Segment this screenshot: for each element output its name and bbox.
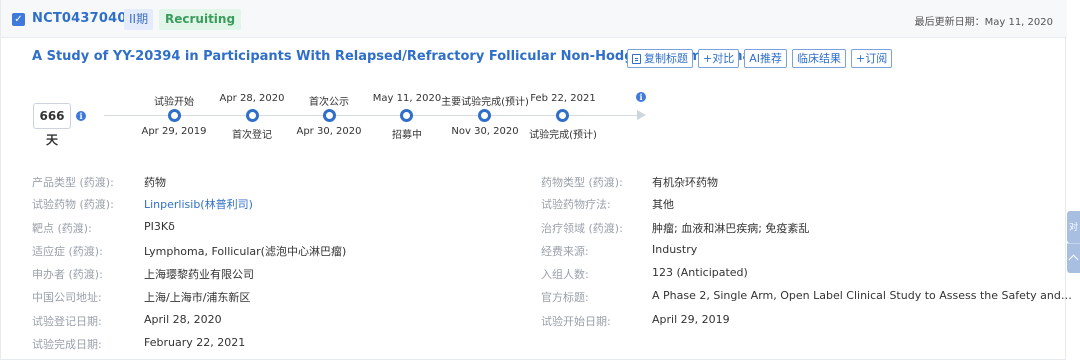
target-value: PI3Kδ bbox=[144, 220, 175, 233]
timeline-top-label: Feb 22, 2021 bbox=[530, 93, 596, 104]
clinical-results-button[interactable]: 临床结果 bbox=[792, 49, 846, 68]
copy-title-button[interactable]: 复制标题 bbox=[627, 49, 693, 68]
side-feedback-tab[interactable]: 对 bbox=[1067, 211, 1080, 243]
enrollment-value: 123 (Anticipated) bbox=[652, 266, 748, 279]
drug-type-value: 有机杂环药物 bbox=[652, 176, 718, 189]
select-checkbox[interactable]: ✓ bbox=[12, 13, 25, 26]
registration-date-label: 试验登记日期: bbox=[32, 315, 102, 328]
timeline-node-first-posted bbox=[323, 109, 336, 122]
funding-source-label: 经费来源: bbox=[541, 245, 589, 258]
therapeutic-area-value: 肿瘤; 血液和淋巴疾病; 免疫紊乱 bbox=[652, 222, 810, 235]
company-address-value: 上海/上海市/浦东新区 bbox=[144, 291, 251, 304]
drug-therapy-value: 其他 bbox=[652, 198, 674, 211]
subscribe-button[interactable]: +订阅 bbox=[851, 49, 893, 68]
funding-source-value: Industry bbox=[652, 243, 698, 256]
card-header: ✓ NCT04370405 II期 Recruiting 最后更新日期：May … bbox=[1, 0, 1067, 38]
timeline-top-label: 试验开始 bbox=[154, 97, 194, 108]
compare-button[interactable]: +对比 bbox=[698, 49, 740, 68]
timeline-node-recruiting bbox=[400, 109, 413, 122]
last-updated-value: May 11, 2020 bbox=[984, 17, 1053, 28]
action-buttons: 复制标题 +对比 AI推荐 临床结果 +订阅 bbox=[627, 49, 893, 68]
drug-type-label: 药物类型 (药渡): bbox=[541, 176, 623, 189]
indication-value: Lymphoma, Follicular(滤泡中心淋巴瘤) bbox=[144, 245, 347, 258]
company-address-label: 中国公司地址: bbox=[32, 291, 102, 304]
phase-badge: II期 bbox=[124, 9, 154, 30]
copy-icon bbox=[632, 53, 641, 64]
trial-drug-link[interactable]: Linperlisib(林普利司) bbox=[144, 196, 253, 212]
timeline-bottom-label: 试验完成(预计) bbox=[529, 130, 597, 141]
timeline-node-study-completion bbox=[556, 109, 569, 122]
nct-id-link[interactable]: NCT04370405 bbox=[32, 11, 136, 26]
duration-badge: 666天 bbox=[33, 103, 71, 147]
registration-date-value: April 28, 2020 bbox=[144, 313, 222, 326]
sponsor-value: 上海璎黎药业有限公司 bbox=[144, 268, 254, 281]
start-date-value: April 29, 2019 bbox=[652, 313, 730, 326]
timeline-node-first-registered bbox=[246, 109, 259, 122]
duration-info-icon[interactable]: i bbox=[76, 111, 86, 121]
drug-therapy-label: 试验药物疗法: bbox=[541, 198, 611, 211]
indication-label: 适应症 (药渡): bbox=[32, 245, 103, 258]
trial-drug-label: 试验药物 (药渡): bbox=[32, 198, 114, 211]
completion-date-value: February 22, 2021 bbox=[144, 336, 246, 349]
status-badge: Recruiting bbox=[159, 9, 242, 30]
timeline-bottom-label: 首次登记 bbox=[232, 130, 272, 141]
sponsor-label: 申办者 (药渡): bbox=[32, 268, 103, 281]
timeline-bottom-label: Apr 29, 2019 bbox=[141, 126, 207, 137]
last-updated-label: 最后更新日期： bbox=[914, 17, 985, 28]
product-type-value: 药物 bbox=[144, 176, 166, 189]
product-type-label: 产品类型 (药渡): bbox=[32, 176, 114, 189]
official-title-value: A Phase 2, Single Arm, Open Label Clinic… bbox=[652, 289, 1072, 302]
official-title-label: 官方标题: bbox=[541, 291, 589, 304]
completion-date-label: 试验完成日期: bbox=[32, 338, 102, 351]
timeline-top-label: May 11, 2020 bbox=[372, 93, 442, 104]
side-tab-label: 对 bbox=[1069, 223, 1079, 233]
timeline-node-primary-completion bbox=[478, 109, 491, 122]
target-label: 靶点 (药渡): bbox=[32, 222, 92, 235]
ai-recommend-button[interactable]: AI推荐 bbox=[744, 49, 787, 68]
back-to-top-button[interactable] bbox=[1067, 243, 1080, 273]
timeline-bottom-label: 招募中 bbox=[392, 130, 422, 141]
timeline-top-label: 主要试验完成(预计) bbox=[441, 97, 529, 108]
trial-card: ✓ NCT04370405 II期 Recruiting 最后更新日期：May … bbox=[0, 0, 1072, 360]
timeline-bottom-label: Apr 30, 2020 bbox=[296, 126, 362, 137]
timeline-info-icon[interactable]: i bbox=[636, 92, 646, 102]
timeline-top-label: Apr 28, 2020 bbox=[219, 93, 285, 104]
timeline-bottom-label: Nov 30, 2020 bbox=[451, 126, 519, 137]
timeline-node-trial-start bbox=[168, 109, 181, 122]
therapeutic-area-label: 治疗领域 (药渡): bbox=[541, 222, 623, 235]
start-date-label: 试验开始日期: bbox=[541, 315, 611, 328]
enrollment-label: 入组人数: bbox=[541, 268, 589, 281]
timeline-arrow-icon bbox=[637, 110, 646, 120]
chevron-up-icon bbox=[1068, 254, 1079, 265]
timeline-top-label: 首次公示 bbox=[309, 97, 349, 108]
copy-title-label: 复制标题 bbox=[644, 52, 688, 65]
last-updated: 最后更新日期：May 11, 2020 bbox=[915, 13, 1053, 28]
